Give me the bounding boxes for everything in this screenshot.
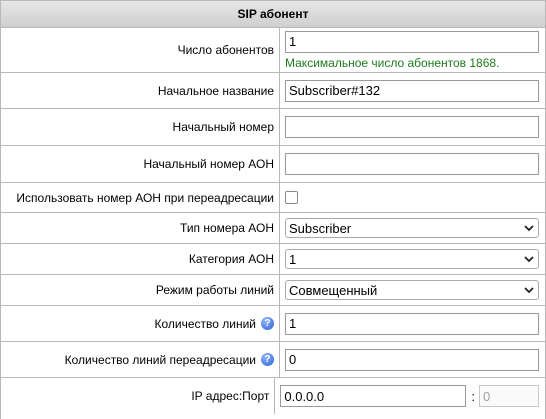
start-name-label: Начальное название — [1, 73, 280, 108]
aon-category-label: Категория АОН — [1, 244, 280, 274]
ip-port-separator: : — [471, 388, 475, 404]
port-input[interactable] — [479, 385, 539, 407]
row-redirect-line-count: Количество линий переадресации ? — [1, 342, 545, 378]
line-mode-select[interactable]: Совмещенный — [285, 280, 539, 300]
aon-type-label: Тип номера АОН — [1, 213, 280, 243]
aon-type-selected: Subscriber — [289, 220, 352, 236]
row-ip-port: IP адрес:Порт : — [1, 378, 545, 414]
subscriber-count-input[interactable] — [285, 30, 539, 53]
line-count-input[interactable] — [285, 312, 539, 335]
start-number-label: Начальный номер — [1, 109, 280, 145]
ip-port-label: IP адрес:Порт — [1, 378, 276, 414]
max-subscribers-hint: Максимальное число абонентов 1868. — [285, 55, 500, 70]
row-start-number: Начальный номер — [1, 109, 545, 146]
row-line-mode: Режим работы линий Совмещенный — [1, 275, 545, 306]
help-icon[interactable]: ? — [261, 353, 274, 366]
chevron-down-icon — [524, 256, 534, 263]
use-aon-redirect-checkbox[interactable] — [285, 191, 298, 204]
start-name-input[interactable] — [285, 79, 539, 102]
aon-category-select[interactable]: 1 — [285, 249, 539, 269]
form-title: SIP абонент — [1, 0, 545, 28]
help-icon[interactable]: ? — [261, 317, 274, 330]
subscriber-count-label: Число абонентов — [1, 28, 280, 72]
sip-subscriber-form: SIP абонент Число абонентов Максимальное… — [0, 0, 546, 419]
ip-address-input[interactable] — [280, 385, 467, 407]
chevron-down-icon — [524, 287, 534, 294]
row-subscriber-count: Число абонентов Максимальное число абоне… — [1, 28, 545, 73]
row-start-aon: Начальный номер АОН — [1, 146, 545, 183]
redirect-line-count-input[interactable] — [285, 348, 539, 371]
aon-category-selected: 1 — [289, 251, 297, 267]
start-aon-input[interactable] — [285, 153, 539, 175]
row-line-count: Количество линий ? — [1, 306, 545, 342]
start-number-input[interactable] — [285, 116, 539, 138]
aon-type-select[interactable]: Subscriber — [285, 218, 539, 238]
row-use-aon-redirect: Использовать номер АОН при переадресации — [1, 183, 545, 213]
chevron-down-icon — [524, 225, 534, 232]
line-count-label: Количество линий — [154, 316, 256, 331]
line-mode-selected: Совмещенный — [289, 282, 378, 298]
row-aon-category: Категория АОН 1 — [1, 244, 545, 275]
redirect-line-count-label: Количество линий переадресации — [64, 352, 256, 367]
use-aon-redirect-label: Использовать номер АОН при переадресации — [1, 183, 280, 212]
row-start-name: Начальное название — [1, 73, 545, 109]
line-mode-label: Режим работы линий — [1, 275, 280, 305]
row-aon-type: Тип номера АОН Subscriber — [1, 213, 545, 244]
start-aon-label: Начальный номер АОН — [1, 146, 280, 182]
